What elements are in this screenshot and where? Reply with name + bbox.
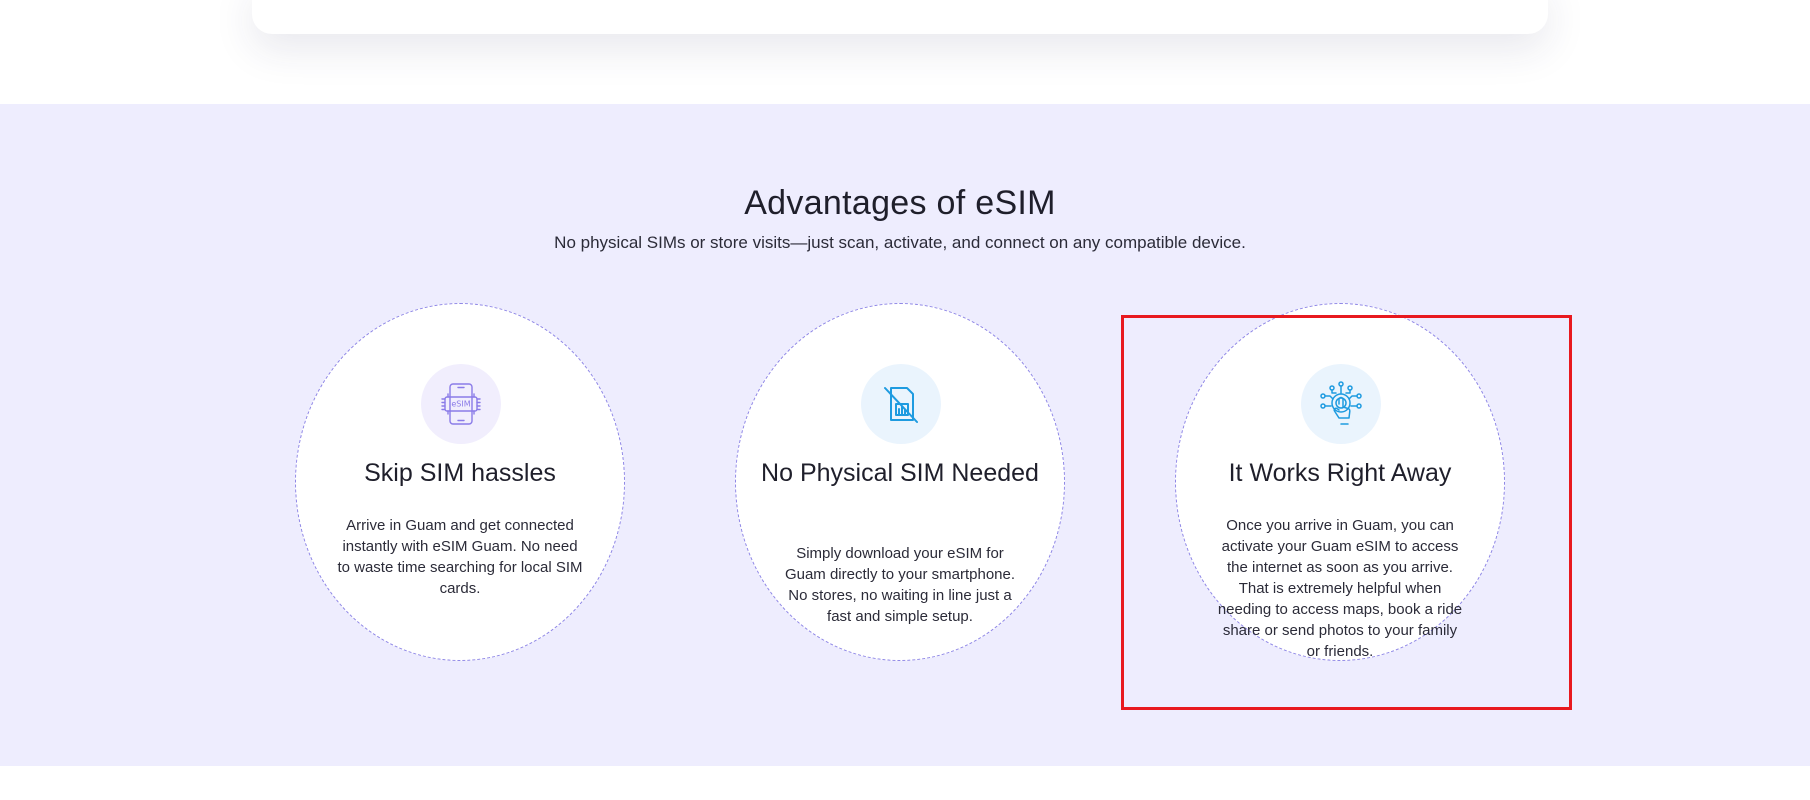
card-description: Simply download your eSIM for Guam direc… [784, 545, 1016, 625]
no-sim-card-icon [861, 364, 941, 444]
advantage-card-no-physical-sim: No Physical SIM Needed Simply download y… [735, 303, 1065, 661]
card-title: No Physical SIM Needed [761, 459, 1039, 487]
card-title: It Works Right Away [1228, 459, 1452, 487]
advantage-card-works-right-away: It Works Right Away Once you arrive in G… [1175, 303, 1505, 661]
card-description: Arrive in Guam and get connected instant… [337, 517, 583, 597]
section-title: Advantages of eSIM [744, 184, 1056, 222]
advantages-section: Advantages of eSIM No physical SIMs or s… [0, 104, 1810, 766]
card-description: Once you arrive in Guam, you can activat… [1217, 517, 1463, 660]
touch-network-icon [1301, 364, 1381, 444]
card-title: Skip SIM hassles [364, 459, 556, 487]
advantage-card-skip-sim: eSIM Skip SIM hassles Arrive in Guam and… [295, 303, 625, 661]
previous-section-card [252, 0, 1548, 34]
esim-icon-label: eSIM [451, 400, 470, 409]
esim-phone-icon: eSIM [421, 364, 501, 444]
section-subtitle: No physical SIMs or store visits—just sc… [554, 233, 1246, 252]
